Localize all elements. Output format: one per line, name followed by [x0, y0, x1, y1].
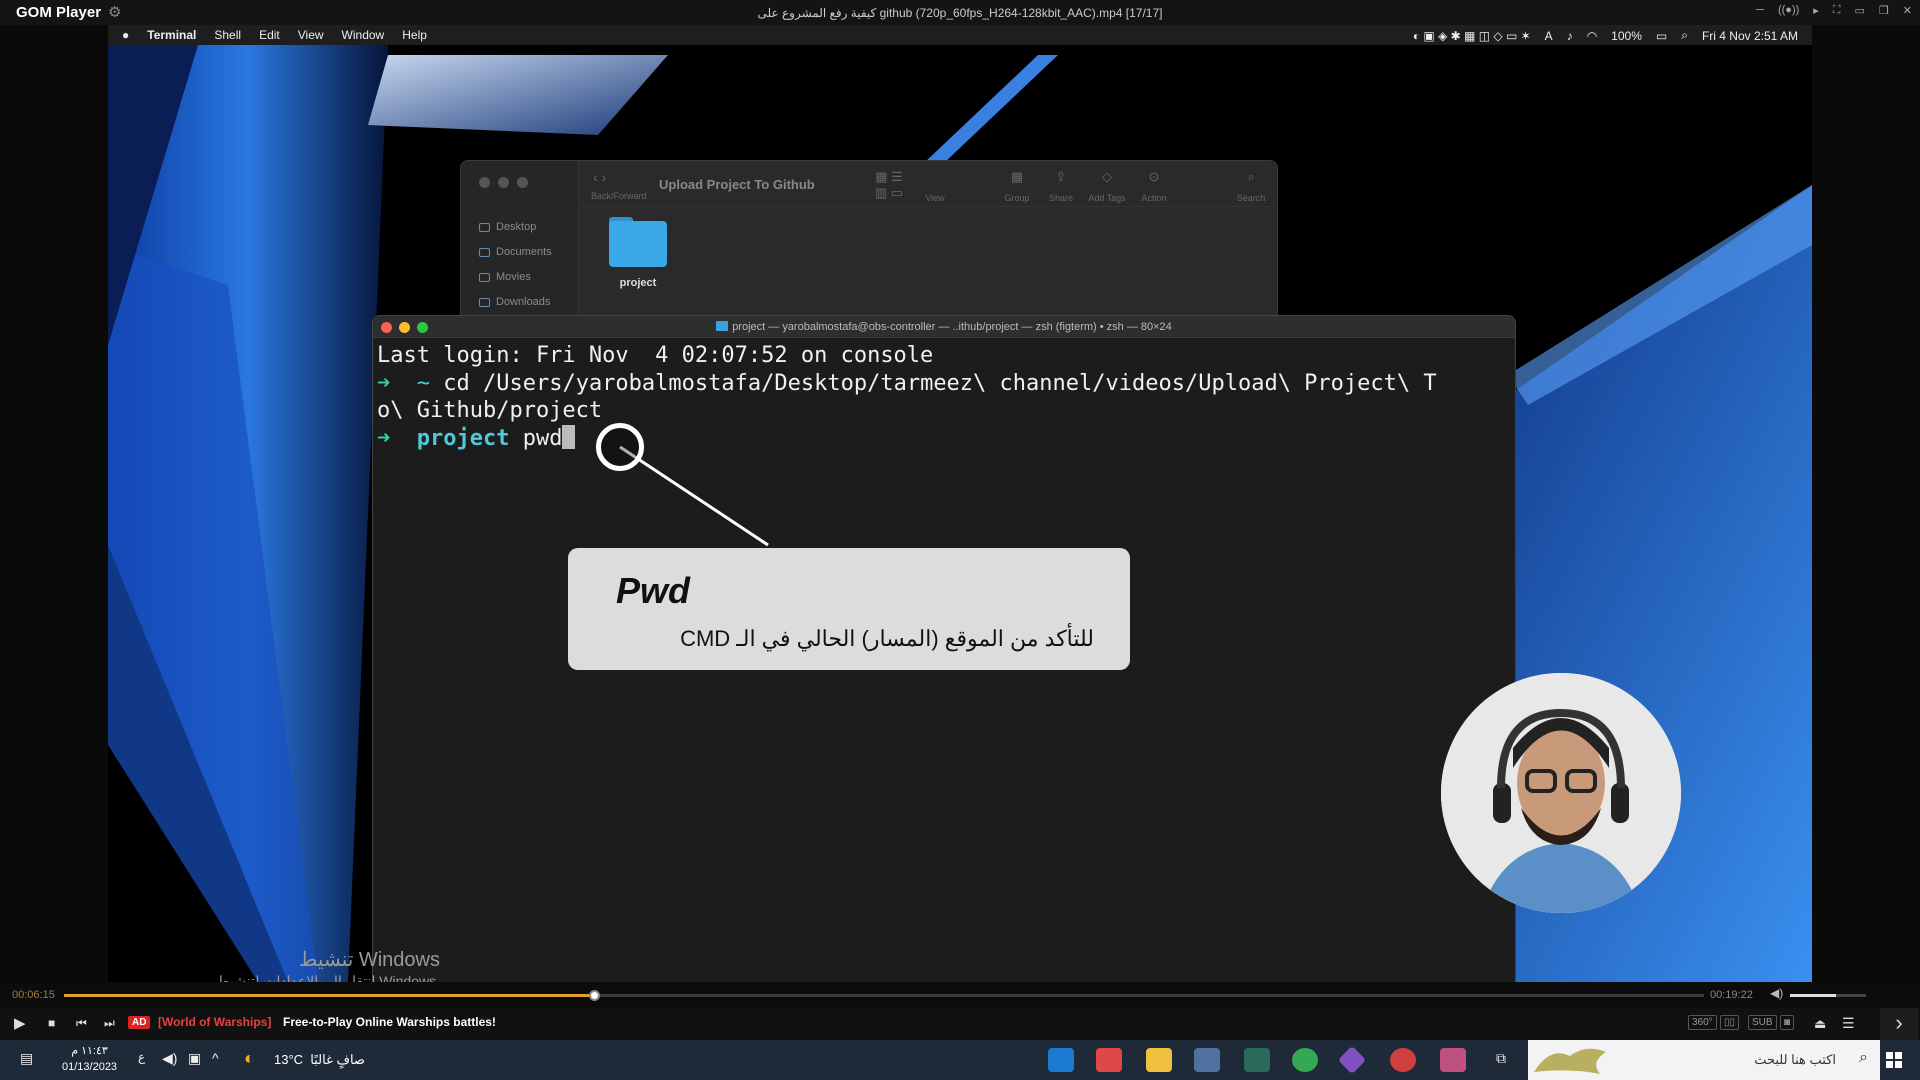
taskbar-search[interactable]: اكتب هنا للبحث ⌕	[1528, 1040, 1880, 1080]
presenter-webcam	[1441, 673, 1681, 913]
audio-mode-icon[interactable]: ((●))	[1778, 4, 1799, 17]
minimize-mini-icon[interactable]: ─	[1756, 4, 1764, 17]
taskbar-clock[interactable]: ١١:٤٣ م 01/13/2023	[62, 1043, 117, 1075]
previous-icon[interactable]: ⏮	[76, 1016, 87, 1031]
player-file-title: كيفية رفع المشروع على github (720p_60fps…	[757, 6, 1163, 20]
presenter-avatar	[1441, 673, 1681, 913]
capture-icon[interactable]: ◙	[1780, 1015, 1795, 1030]
player-titlebar: GOM Player ⚙ كيفية رفع المشروع على githu…	[0, 0, 1920, 25]
expand-panel-icon[interactable]: ›	[1880, 1008, 1918, 1040]
callout-box: Pwd للتأكد من الموقع (المسار) الحالي في …	[568, 548, 1130, 670]
maximize-icon[interactable]: ❐	[1879, 4, 1889, 17]
taskbar-date: 01/13/2023	[62, 1061, 118, 1073]
tray-chevron-icon[interactable]: ^	[212, 1050, 219, 1066]
search-highlight-art	[1534, 1048, 1606, 1074]
close-icon[interactable]: ✕	[1903, 4, 1912, 17]
volume-slider[interactable]	[1790, 994, 1866, 997]
playlist-toggle-icon[interactable]: ▸	[1813, 4, 1819, 17]
eject-icon[interactable]: ⏏	[1814, 1016, 1826, 1032]
weather-condition: صافٍ غالبًا	[310, 1052, 365, 1067]
volume-level	[1790, 994, 1836, 997]
next-icon[interactable]: ⏭	[104, 1016, 115, 1031]
ab-repeat-icon[interactable]: ▯▯	[1720, 1015, 1740, 1030]
app-diamond-icon[interactable]	[1337, 1045, 1367, 1075]
total-time: 00:19:22	[1710, 989, 1753, 1001]
callout-description: للتأكد من الموقع (المسار) الحالي في الـ …	[680, 626, 1094, 651]
taskbar: ▤ ١١:٤٣ م 01/13/2023 ع ◀) ▣ ^ ◐ 13°C صاف…	[0, 1040, 1920, 1080]
seek-progress	[64, 994, 594, 997]
seek-row: 00:06:15 00:19:22 ◀)	[0, 982, 1920, 1008]
stop-icon[interactable]: ■	[48, 1016, 55, 1030]
play-icon[interactable]: ▶	[14, 1014, 26, 1032]
subtitle-button[interactable]: SUB	[1748, 1015, 1777, 1030]
weather-temp: 13°C	[274, 1052, 304, 1067]
vscode-app-icon[interactable]	[1048, 1048, 1074, 1072]
control-bar: ▶ ■ ⏮ ⏭ AD [World of Warships] Free-to-P…	[0, 1008, 1920, 1040]
menu-icon[interactable]: ☰	[1842, 1015, 1855, 1032]
highlight-ring	[596, 423, 644, 471]
ad-text[interactable]: Free-to-Play Online Warships battles!	[283, 1015, 496, 1029]
minimize-icon[interactable]: ▭	[1855, 4, 1865, 17]
gom-player-taskbar-icon[interactable]	[1440, 1048, 1466, 1072]
search-input[interactable]: اكتب هنا للبحث	[1754, 1052, 1836, 1068]
search-icon: ⌕	[1859, 1049, 1868, 1066]
app-clapper-icon[interactable]	[1194, 1048, 1220, 1072]
fullscreen-icon[interactable]: ⛶	[1833, 4, 1841, 17]
player-window-controls: ─ ((●)) ▸ ⛶ ▭ ❐ ✕	[1756, 4, 1912, 17]
seek-bar[interactable]	[64, 990, 1704, 1001]
volume-icon[interactable]: ◀)	[1770, 986, 1783, 1000]
video-frame[interactable]: ● Terminal Shell Edit View Window Help ◐…	[108, 25, 1812, 982]
weather-icon[interactable]: ◐	[244, 1048, 255, 1069]
360-video-icon[interactable]: 360°	[1688, 1015, 1717, 1030]
ad-brand[interactable]: [World of Warships]	[158, 1015, 271, 1029]
chrome-alt-icon[interactable]	[1390, 1048, 1416, 1072]
windows-start-icon[interactable]	[1886, 1052, 1902, 1068]
file-explorer-icon[interactable]	[1146, 1048, 1172, 1072]
task-view-icon[interactable]: ⧉	[1496, 1050, 1506, 1067]
app-green-icon[interactable]	[1244, 1048, 1270, 1072]
weather-widget[interactable]: 13°C صافٍ غالبًا	[274, 1052, 365, 1068]
taskbar-time: ١١:٤٣ م	[71, 1045, 108, 1057]
chrome-icon[interactable]	[1292, 1048, 1318, 1072]
speaker-icon[interactable]: ◀)	[162, 1050, 177, 1067]
seek-handle[interactable]	[588, 990, 600, 1001]
app-red-icon[interactable]	[1096, 1048, 1122, 1072]
elapsed-time: 00:06:15	[12, 989, 55, 1001]
ad-badge: AD	[128, 1016, 151, 1029]
screen: GOM Player ⚙ كيفية رفع المشروع على githu…	[0, 0, 1920, 1080]
network-icon[interactable]: ▣	[188, 1050, 201, 1067]
notification-icon[interactable]: ▤	[20, 1050, 33, 1067]
language-indicator[interactable]: ع	[138, 1050, 145, 1064]
activation-subtitle: انتقل إلى الإعدادات لتنشيط Windows.	[216, 973, 440, 982]
activation-title: تنشيط Windows	[298, 949, 440, 971]
callout-title: Pwd	[616, 570, 691, 611]
